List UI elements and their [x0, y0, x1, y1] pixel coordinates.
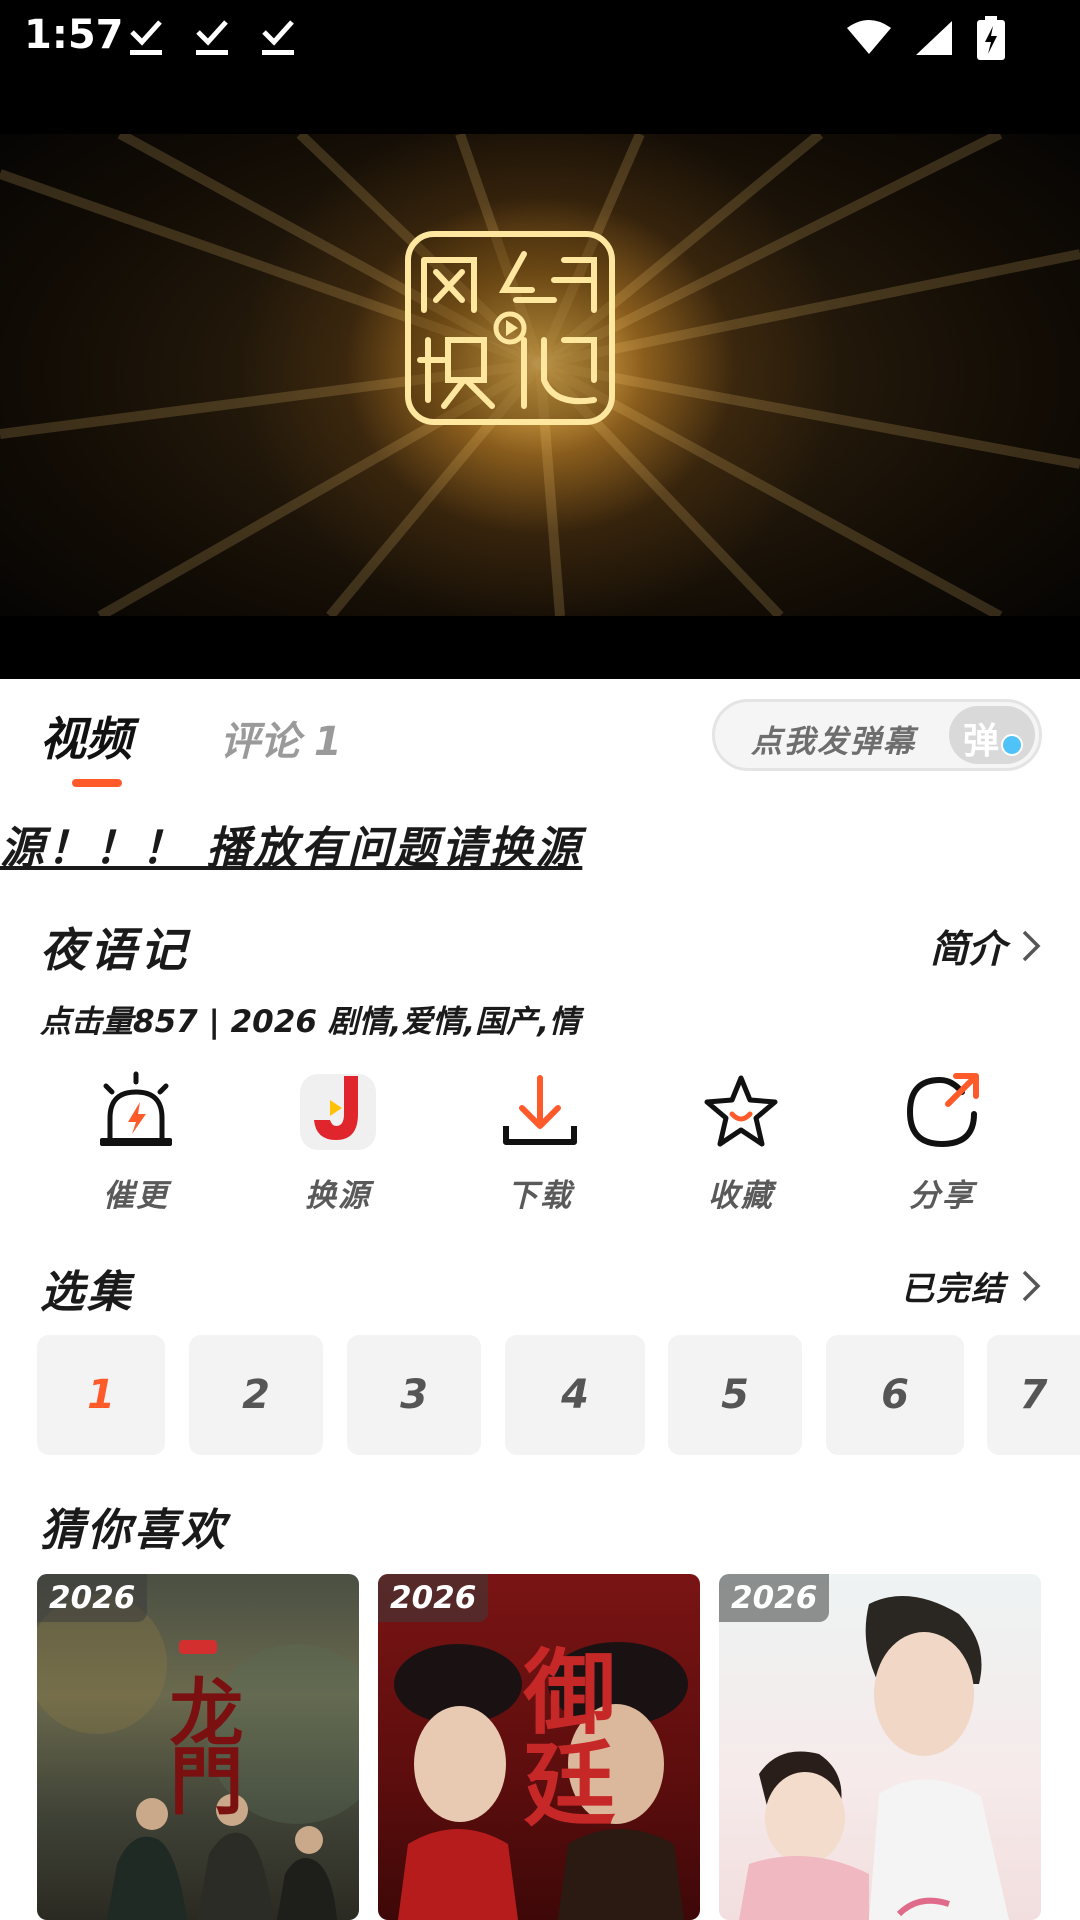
share-button[interactable]: 分享	[872, 1070, 1012, 1215]
episodes-status: 已完结	[901, 1269, 1006, 1308]
episode-button[interactable]: 1	[37, 1335, 165, 1455]
network-audiovisual-logo	[405, 231, 615, 425]
year-badge: 2026	[37, 1574, 148, 1622]
favorite-button[interactable]: 收藏	[671, 1070, 811, 1215]
action-label: 分享	[909, 1178, 975, 1214]
episode-button[interactable]: 4	[505, 1335, 645, 1455]
chevron-right-icon	[1022, 1270, 1041, 1302]
download-button[interactable]: 下载	[470, 1070, 610, 1215]
intro-button[interactable]: 简介	[930, 918, 1042, 973]
action-label: 换源	[305, 1178, 371, 1214]
episode-button[interactable]: 2	[189, 1335, 323, 1455]
battery-charging-icon	[977, 16, 1005, 60]
action-row: 催更 换源 下载 收藏 分享	[0, 1070, 1080, 1220]
content-tabs: 视频 评论 1 点我发弹幕 弹	[0, 679, 1080, 789]
tab-video[interactable]: 视频	[40, 703, 132, 769]
share-icon	[906, 1073, 979, 1148]
recommendations-title: 猜你喜欢	[40, 1505, 228, 1556]
active-tab-indicator	[72, 779, 122, 787]
intro-label: 简介	[929, 927, 1006, 971]
recommendation-card[interactable]: 龙門 2026	[37, 1574, 359, 1920]
switch-source-button[interactable]: 换源	[268, 1070, 408, 1215]
download-done-icon	[130, 20, 162, 55]
episode-button[interactable]: 6	[826, 1335, 964, 1455]
action-label: 催更	[103, 1178, 169, 1214]
action-label: 下载	[507, 1178, 573, 1214]
wifi-icon	[847, 20, 891, 54]
episodes-status-button[interactable]: 已完结	[901, 1262, 1042, 1310]
status-bar: 1:57	[0, 0, 1080, 134]
recommendation-card[interactable]: 御廷 2026	[378, 1574, 700, 1920]
poster-title: 御廷	[508, 1644, 616, 1828]
year-badge: 2026	[378, 1574, 489, 1622]
danmaku-toggle[interactable]: 弹	[949, 706, 1035, 764]
episode-list[interactable]: 1 2 3 4 5 6 7	[0, 1335, 1080, 1455]
cell-signal-icon	[916, 21, 952, 55]
star-favorite-icon	[704, 1075, 778, 1147]
video-frame[interactable]	[0, 134, 1080, 616]
tab-comments[interactable]: 评论 1	[220, 709, 342, 767]
action-label: 收藏	[708, 1178, 774, 1214]
recommendation-card[interactable]: 2026	[719, 1574, 1041, 1920]
download-done-icon	[262, 20, 294, 55]
episodes-title: 选集	[40, 1267, 134, 1318]
episode-button[interactable]: 3	[347, 1335, 481, 1455]
episode-button[interactable]: 5	[668, 1335, 802, 1455]
switch-source-icon	[300, 1074, 376, 1150]
status-time: 1:57	[24, 12, 124, 58]
chevron-right-icon	[1022, 930, 1041, 961]
poster-title: 龙門	[157, 1674, 243, 1810]
danmaku-toggle-label: 弹	[963, 721, 1000, 762]
show-meta: 点击量857 | 2026 剧情,爱情,国产,情	[40, 1004, 581, 1040]
danmaku-placeholder: 点我发弹幕	[751, 724, 916, 760]
alarm-urge-icon	[100, 1071, 172, 1146]
poster-image	[739, 1596, 1009, 1920]
urge-update-button[interactable]: 催更	[66, 1070, 206, 1215]
show-title: 夜语记	[40, 923, 190, 977]
year-badge: 2026	[719, 1574, 830, 1622]
source-notice[interactable]: 源！！！ 播放有问题请换源	[0, 812, 582, 876]
danmaku-input[interactable]: 点我发弹幕 弹	[712, 699, 1042, 771]
episode-button[interactable]: 7	[987, 1335, 1080, 1455]
video-player[interactable]	[0, 134, 1080, 679]
download-done-icon	[196, 20, 228, 55]
download-icon	[503, 1075, 577, 1145]
check-icon	[1001, 734, 1023, 756]
